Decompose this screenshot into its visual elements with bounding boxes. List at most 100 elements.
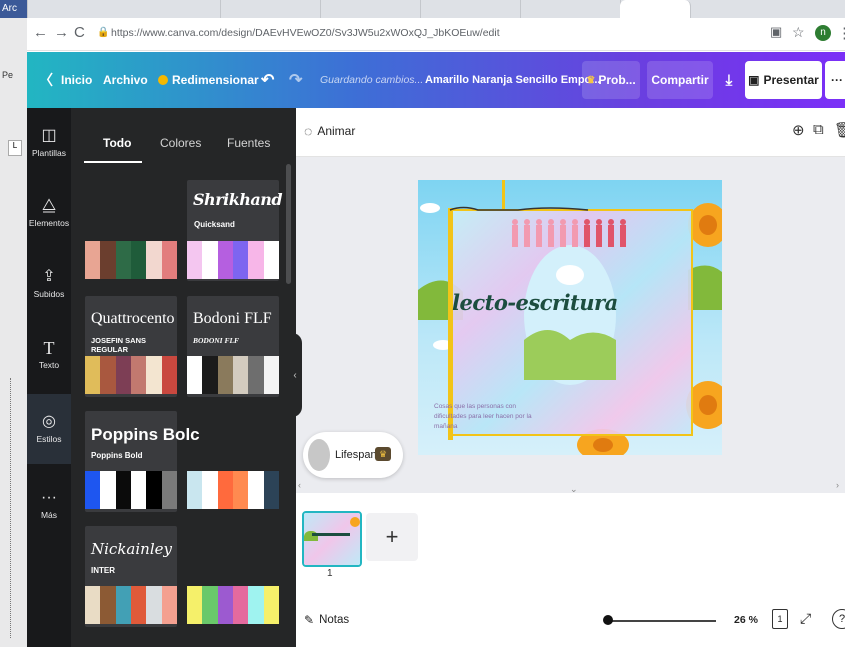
color-swatch[interactable] [232, 356, 249, 394]
color-swatch[interactable] [146, 471, 162, 509]
color-swatch[interactable] [100, 356, 116, 394]
delete-page-icon[interactable]: 🗑 [834, 121, 845, 139]
zoom-slider-knob[interactable] [603, 615, 613, 625]
color-swatch[interactable] [263, 586, 279, 624]
document-title[interactable]: Amarillo Naranja Sencillo Empo... [425, 52, 600, 108]
color-palette[interactable] [187, 356, 279, 394]
color-swatch[interactable] [130, 356, 147, 394]
color-swatch[interactable] [115, 241, 131, 279]
color-palette[interactable] [85, 586, 177, 624]
tab-todo[interactable]: Todo [103, 136, 131, 150]
color-swatch[interactable] [100, 471, 116, 509]
collapse-panel-button[interactable]: ‹ [288, 333, 302, 417]
rail-item-plantillas[interactable]: ◫ Plantillas [27, 108, 71, 178]
color-palette[interactable] [187, 471, 279, 509]
color-swatch[interactable] [187, 241, 203, 279]
color-swatch[interactable] [232, 586, 249, 624]
rail-item-subidos[interactable]: ⇪ Subidos [27, 249, 71, 319]
color-swatch[interactable] [130, 471, 147, 509]
color-swatch[interactable] [232, 471, 249, 509]
tab-other[interactable] [520, 0, 621, 18]
help-button[interactable]: ? [832, 609, 845, 629]
color-swatch[interactable] [263, 356, 279, 394]
color-swatch[interactable] [202, 356, 218, 394]
present-button[interactable]: ▣ Presentar [745, 61, 822, 99]
animate-button[interactable]: ◌ Animar [304, 123, 355, 139]
color-palette[interactable] [85, 356, 177, 394]
color-swatch[interactable] [115, 586, 131, 624]
color-palette[interactable] [187, 586, 279, 624]
tab-other[interactable] [120, 0, 221, 18]
extension-icon[interactable]: ▣ [770, 24, 782, 40]
color-swatch[interactable] [85, 586, 101, 624]
color-palette[interactable] [187, 241, 279, 279]
more-options-button[interactable]: ··· [825, 61, 845, 99]
undo-icon[interactable]: ↶ [261, 52, 274, 108]
add-page-icon[interactable]: ⊕ [792, 121, 805, 139]
color-swatch[interactable] [161, 241, 177, 279]
tab-colores[interactable]: Colores [160, 136, 201, 150]
color-swatch[interactable] [187, 471, 203, 509]
zoom-level[interactable]: 26 % [734, 614, 758, 626]
color-swatch[interactable] [217, 241, 233, 279]
rail-item-texto[interactable]: T Texto [27, 320, 71, 390]
lifespan-chip[interactable]: Lifespan ♛ [303, 432, 403, 478]
duplicate-page-icon[interactable]: ⧉ [813, 121, 824, 138]
notes-button[interactable]: ✎ Notas [304, 613, 349, 627]
color-swatch[interactable] [85, 356, 101, 394]
rail-item-estilos[interactable]: ◎ Estilos [27, 394, 71, 464]
color-palette[interactable] [85, 241, 177, 279]
color-swatch[interactable] [202, 241, 218, 279]
color-swatch[interactable] [146, 586, 162, 624]
home-button[interactable]: 〈 Inicio [39, 52, 92, 108]
color-swatch[interactable] [85, 241, 101, 279]
design-page[interactable]: lecto-escritura Cosas que las personas c… [418, 180, 722, 455]
back-icon[interactable]: ← [33, 24, 48, 41]
color-swatch[interactable] [263, 241, 279, 279]
resize-button[interactable]: Redimensionar [158, 52, 259, 108]
color-swatch[interactable] [100, 586, 116, 624]
rail-item-mas[interactable]: ··· Más [27, 470, 71, 540]
forward-icon[interactable]: → [54, 24, 69, 41]
color-swatch[interactable] [146, 356, 162, 394]
color-palette[interactable] [85, 471, 177, 509]
rail-item-elementos[interactable]: ⧋ Elementos [27, 178, 71, 248]
color-swatch[interactable] [248, 471, 264, 509]
zoom-slider[interactable] [606, 620, 716, 622]
color-swatch[interactable] [217, 471, 233, 509]
color-swatch[interactable] [248, 356, 264, 394]
color-swatch[interactable] [187, 356, 203, 394]
design-title[interactable]: lecto-escritura [452, 290, 618, 315]
share-button[interactable]: Compartir [647, 61, 713, 99]
tab-other[interactable]: Arc [0, 0, 28, 18]
bookmark-star-icon[interactable]: ☆ [792, 24, 805, 41]
design-body-text[interactable]: Cosas que las personas con dificultades … [434, 402, 544, 432]
color-swatch[interactable] [146, 241, 162, 279]
tab-other[interactable] [320, 0, 421, 18]
profile-avatar[interactable]: n [815, 25, 831, 41]
page-count-button[interactable]: 1 [772, 609, 788, 629]
color-swatch[interactable] [217, 356, 233, 394]
color-swatch[interactable] [161, 586, 177, 624]
tab-other[interactable] [420, 0, 521, 18]
color-swatch[interactable] [100, 241, 116, 279]
color-swatch[interactable] [187, 586, 203, 624]
color-swatch[interactable] [161, 356, 177, 394]
panel-scrollbar[interactable] [286, 164, 291, 284]
add-page-button[interactable]: + [366, 513, 418, 561]
scroll-right-icon[interactable]: › [836, 480, 839, 490]
color-swatch[interactable] [217, 586, 233, 624]
reload-icon[interactable]: C [74, 24, 85, 41]
color-swatch[interactable] [248, 241, 264, 279]
tab-other[interactable] [220, 0, 321, 18]
color-swatch[interactable] [130, 586, 147, 624]
color-swatch[interactable] [248, 586, 264, 624]
color-swatch[interactable] [161, 471, 177, 509]
color-swatch[interactable] [115, 471, 131, 509]
horizontal-scrollbar[interactable]: ‹ ⌄ › [296, 478, 845, 494]
color-swatch[interactable] [202, 586, 218, 624]
tab-fuentes[interactable]: Fuentes [227, 136, 270, 150]
color-swatch[interactable] [85, 471, 101, 509]
color-swatch[interactable] [130, 241, 147, 279]
file-menu-button[interactable]: Archivo [103, 52, 148, 108]
